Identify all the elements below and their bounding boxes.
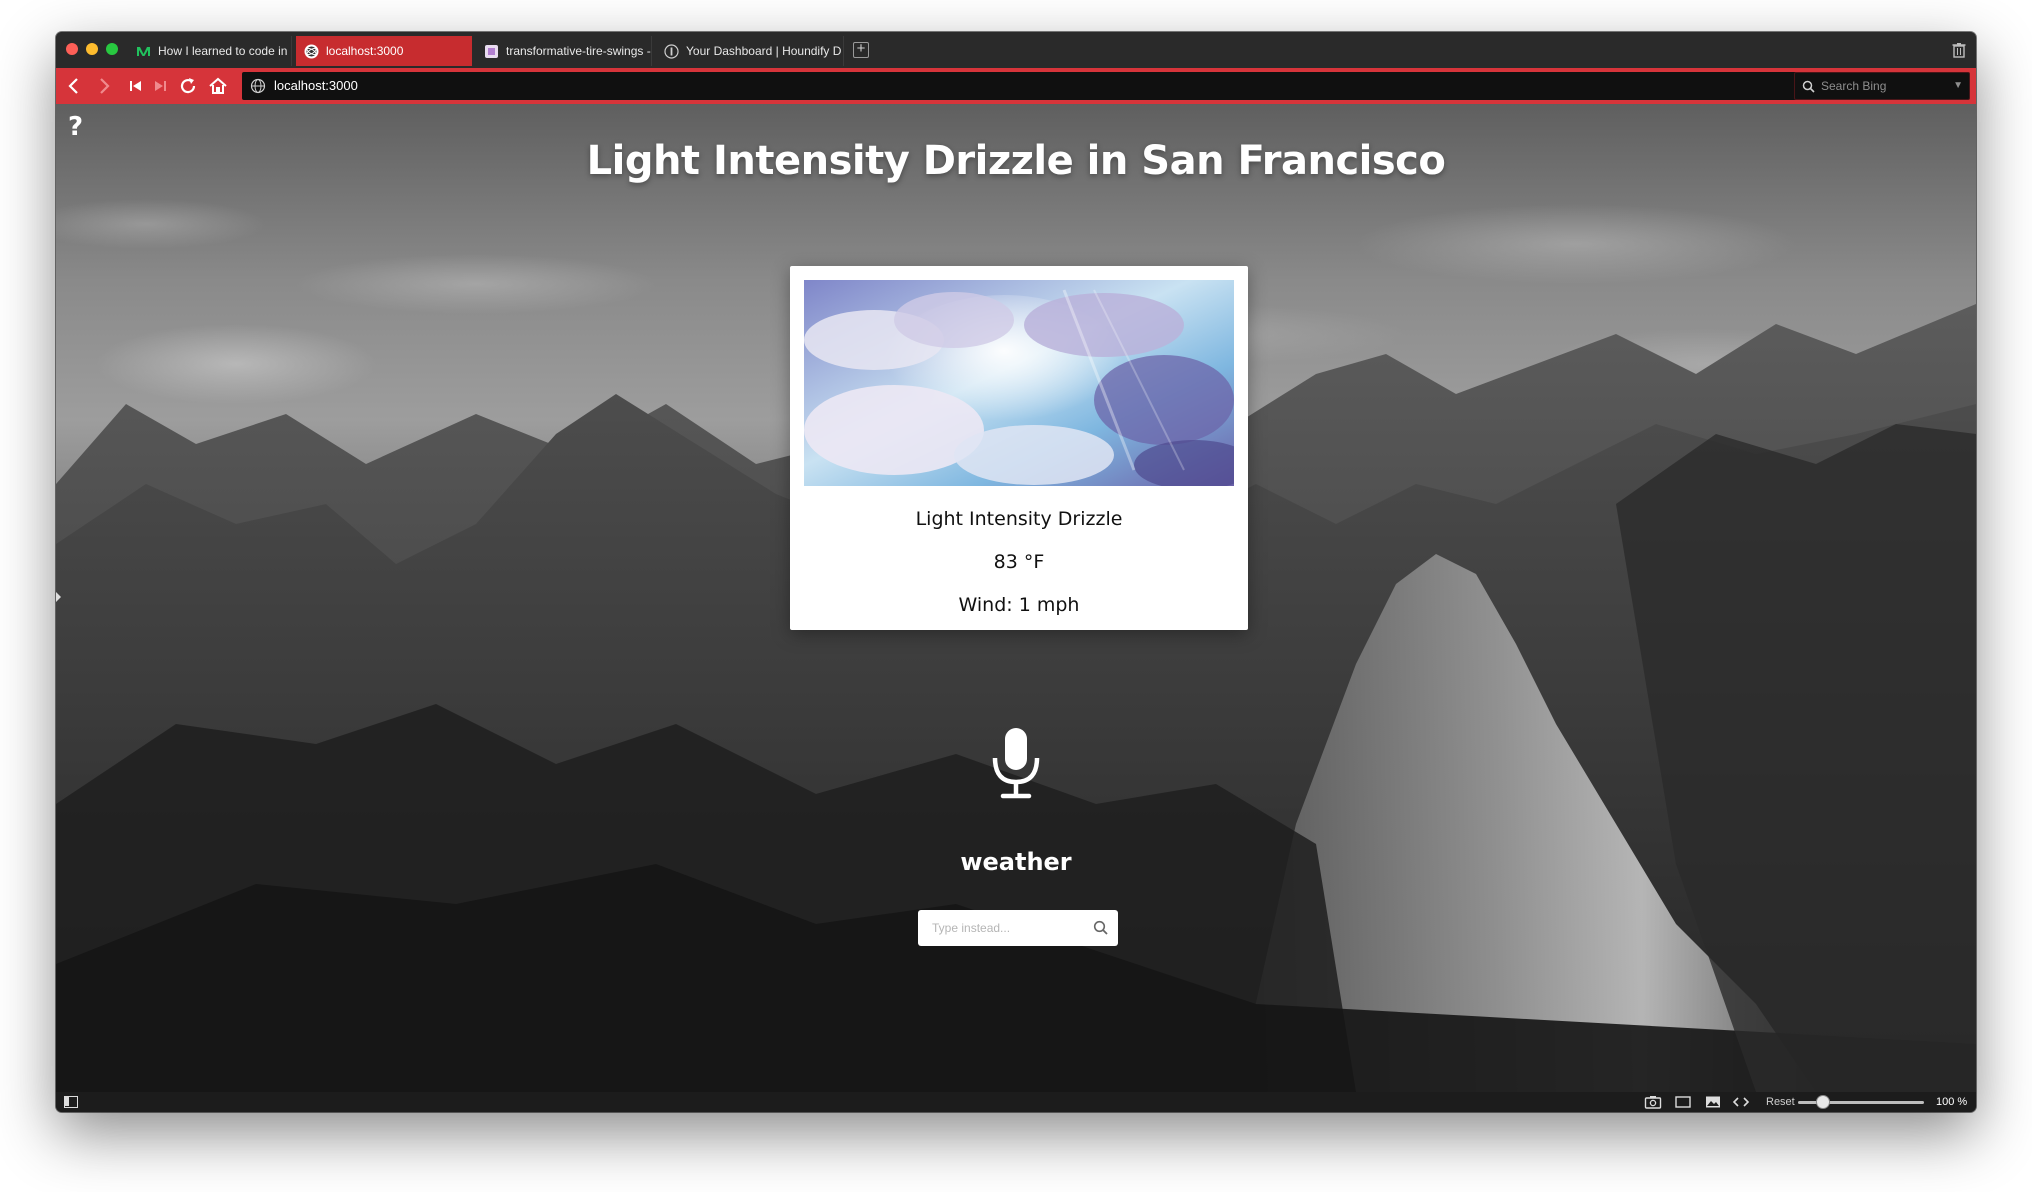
url-field[interactable]: localhost:3000 ▼ [242, 72, 1836, 100]
zoom-slider-handle[interactable] [1816, 1095, 1830, 1109]
panel-toggle-icon[interactable] [64, 1096, 78, 1108]
tab-title: How I learned to code in my 3 [158, 44, 291, 58]
rewind-button[interactable] [124, 74, 148, 98]
maximize-window-button[interactable] [106, 43, 118, 55]
type-instead-field[interactable] [918, 910, 1118, 946]
tab-title: localhost:3000 [326, 44, 404, 58]
chevron-down-icon[interactable]: ▼ [1953, 73, 1963, 99]
tab-title: transformative-tire-swings - F [506, 44, 652, 58]
close-window-button[interactable] [66, 43, 78, 55]
tab-localhost[interactable]: localhost:3000 [296, 36, 472, 66]
reload-icon[interactable] [176, 74, 200, 98]
status-bar: Reset 100 % [56, 1092, 1976, 1112]
minimize-window-button[interactable] [86, 43, 98, 55]
search-icon [1801, 79, 1817, 95]
page-icon [484, 44, 499, 59]
type-instead-input[interactable] [918, 910, 1082, 946]
weather-card: Light Intensity Drizzle 83 °F Wind: 1 mp… [790, 266, 1248, 630]
url-text: localhost:3000 [274, 78, 358, 93]
weather-description: Light Intensity Drizzle [915, 508, 1123, 530]
react-icon [304, 44, 319, 59]
weather-image [804, 280, 1234, 486]
tab-houndify-dashboard[interactable]: Your Dashboard | Houndify D [656, 36, 844, 66]
zoom-reset-button[interactable]: Reset [1766, 1092, 1795, 1112]
houndify-icon [664, 44, 679, 59]
trash-icon[interactable] [1950, 41, 1968, 59]
page-content: ? Light Intensity Drizzle in San Francis… [56, 104, 1976, 1092]
tab-title: Your Dashboard | Houndify D [686, 44, 842, 58]
window-icon[interactable] [1674, 1095, 1692, 1109]
code-icon[interactable] [1732, 1095, 1750, 1109]
microphone-icon[interactable] [987, 726, 1045, 800]
tab-bar: How I learned to code in my 3 localhost:… [56, 32, 1976, 68]
home-icon[interactable] [206, 74, 230, 98]
recognized-keyword: weather [960, 848, 1072, 876]
camera-icon[interactable] [1644, 1095, 1662, 1109]
fast-forward-button[interactable] [148, 74, 172, 98]
globe-icon [250, 78, 266, 94]
browser-window: How I learned to code in my 3 localhost:… [56, 32, 1976, 1112]
address-bar: localhost:3000 ▼ Search Bing ▼ [56, 68, 1976, 104]
forward-button[interactable] [92, 74, 116, 98]
image-icon[interactable] [1704, 1095, 1722, 1109]
wind-value: Wind: 1 mph [958, 594, 1080, 616]
page-title: Light Intensity Drizzle in San Francisco [586, 138, 1446, 184]
sidebar-toggle-handle[interactable] [56, 592, 61, 602]
new-tab-button[interactable]: + [853, 41, 869, 58]
back-button[interactable] [62, 74, 86, 98]
web-search-field[interactable]: Search Bing ▼ [1794, 72, 1970, 100]
temperature-value: 83 °F [993, 551, 1045, 573]
tab-glitch-project[interactable]: transformative-tire-swings - F [476, 36, 652, 66]
medium-icon [136, 44, 151, 59]
tab-medium-article[interactable]: How I learned to code in my 3 [128, 36, 292, 66]
zoom-level: 100 % [1936, 1096, 1968, 1108]
search-icon[interactable] [1092, 919, 1110, 937]
search-placeholder: Search Bing [1821, 79, 1887, 93]
